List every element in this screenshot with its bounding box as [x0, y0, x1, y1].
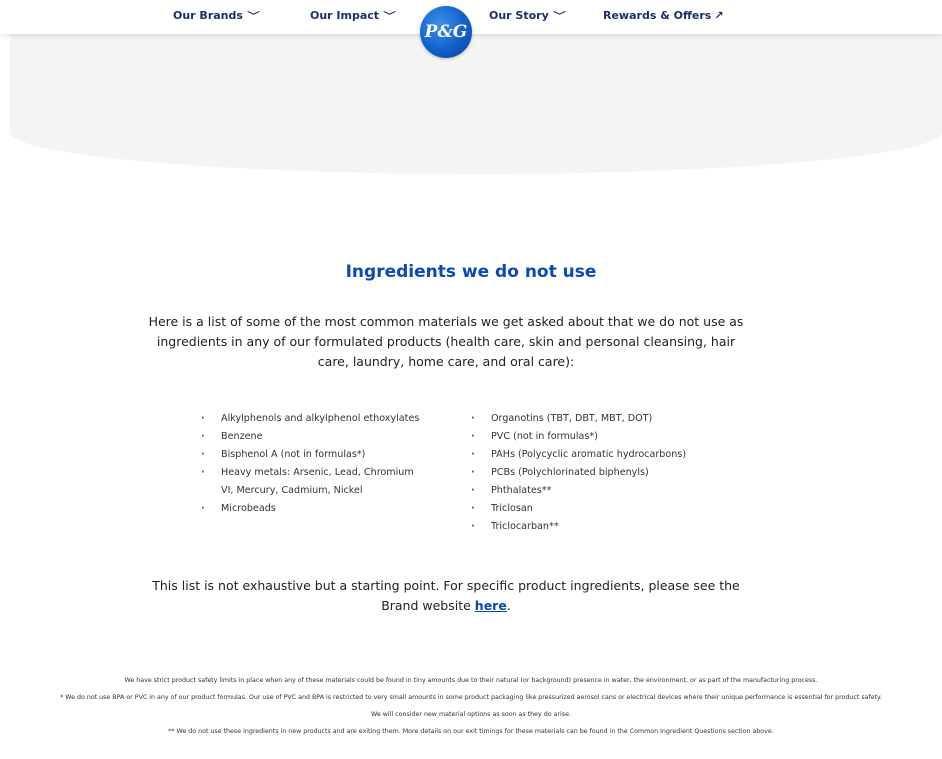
list-item: Bisphenol A (not in formulas*) [201, 446, 421, 464]
footnote: * We do not use BPA or PVC in any of our… [60, 694, 882, 718]
nav-our-story[interactable]: Our Story ﹀ [489, 9, 566, 22]
footnote: ** We do not use these ingredients in ne… [168, 728, 774, 735]
pg-logo[interactable]: P&G [420, 6, 472, 58]
nav-our-impact[interactable]: Our Impact ﹀ [310, 9, 396, 22]
page-title: Ingredients we do not use [345, 262, 597, 282]
list-item: Benzene [201, 428, 421, 446]
hero-banner [10, 34, 942, 174]
nav-rewards-offers[interactable]: Rewards & Offers ↗ [603, 9, 724, 22]
list-item: Phthalates** [471, 482, 731, 500]
nav-rewards-offers-label: Rewards & Offers [603, 9, 712, 22]
ingredient-list-right: Organotins (TBT, DBT, MBT, DOT) PVC (not… [471, 410, 731, 536]
list-item: Alkylphenols and alkylphenol ethoxylates [201, 410, 421, 428]
intro-paragraph: Here is a list of some of the most commo… [148, 314, 744, 369]
list-item: PAHs (Polycyclic aromatic hydrocarbons) [471, 446, 731, 464]
chevron-down-icon: ﹀ [552, 12, 566, 22]
nav-our-impact-label: Our Impact [310, 9, 380, 22]
note-period: . [506, 598, 511, 613]
nav-our-story-label: Our Story [489, 9, 549, 22]
brand-website-link[interactable]: here [475, 598, 507, 613]
list-item: Triclocarban** [471, 518, 731, 536]
nav-our-brands[interactable]: Our Brands ﹀ [173, 9, 260, 22]
nav-our-brands-label: Our Brands [173, 9, 243, 22]
list-item: Microbeads [201, 500, 421, 518]
list-item: Heavy metals: Arsenic, Lead, Chromium VI… [201, 464, 421, 500]
external-arrow-icon: ↗ [714, 9, 724, 22]
list-item: Triclosan [471, 500, 731, 518]
chevron-down-icon: ﹀ [247, 12, 260, 22]
chevron-down-icon: ﹀ [383, 12, 396, 22]
footnote: We have strict product safety limits in … [124, 677, 818, 684]
pg-logo-text: P&G [424, 22, 468, 42]
list-item: PCBs (Polychlorinated biphenyls) [471, 464, 731, 482]
note-text: This list is not exhaustive but a starti… [152, 578, 740, 613]
disclaimer-note: This list is not exhaustive but a starti… [146, 576, 746, 616]
list-item: PVC (not in formulas*) [471, 428, 731, 446]
list-item: Organotins (TBT, DBT, MBT, DOT) [471, 410, 731, 428]
footnotes: We have strict product safety limits in … [60, 672, 882, 740]
ingredient-list-left: Alkylphenols and alkylphenol ethoxylates… [201, 410, 421, 518]
